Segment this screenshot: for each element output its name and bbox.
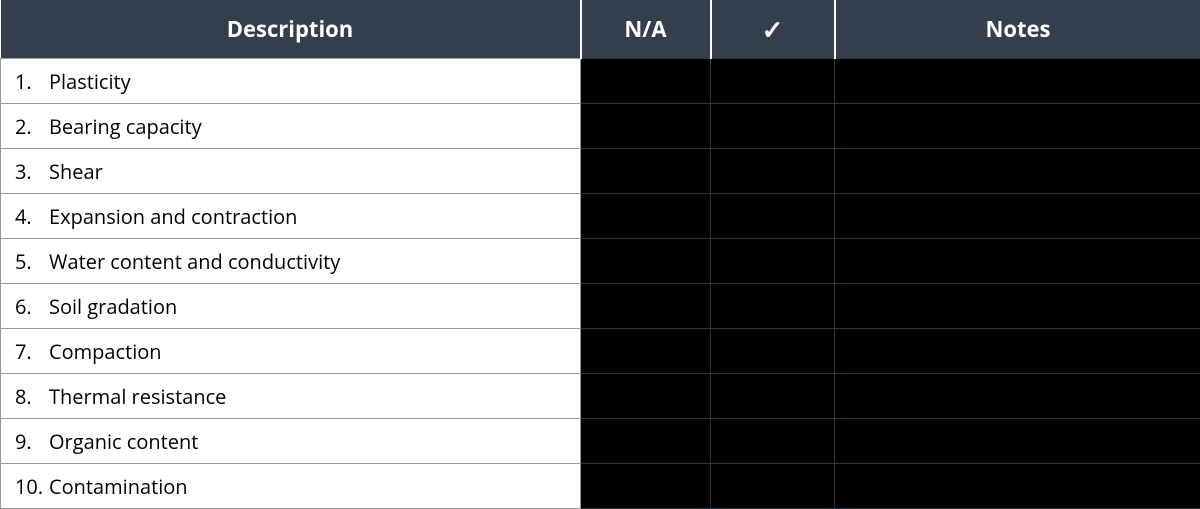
row-number: 3. (15, 158, 49, 185)
row-number: 8. (15, 383, 49, 410)
table-row: 7. Compaction (1, 329, 1200, 374)
row-number: 2. (15, 113, 49, 140)
description-cell: 2. Bearing capacity (1, 104, 581, 149)
description-cell: 6. Soil gradation (1, 284, 581, 329)
row-label: Water content and conductivity (49, 248, 340, 275)
check-cell[interactable] (711, 239, 835, 284)
na-cell[interactable] (581, 419, 711, 464)
na-cell[interactable] (581, 284, 711, 329)
header-description: Description (1, 0, 581, 59)
row-number: 10. (15, 473, 49, 500)
header-notes: Notes (835, 0, 1200, 59)
notes-cell[interactable] (835, 464, 1200, 509)
description-cell: 3. Shear (1, 149, 581, 194)
notes-cell[interactable] (835, 329, 1200, 374)
check-icon: ✓ (762, 11, 784, 47)
check-cell[interactable] (711, 284, 835, 329)
description-cell: 7. Compaction (1, 329, 581, 374)
check-cell[interactable] (711, 329, 835, 374)
check-cell[interactable] (711, 149, 835, 194)
row-number: 1. (15, 68, 49, 95)
na-cell[interactable] (581, 59, 711, 104)
table-row: 2. Bearing capacity (1, 104, 1200, 149)
check-cell[interactable] (711, 464, 835, 509)
na-cell[interactable] (581, 464, 711, 509)
row-label: Contamination (49, 473, 188, 500)
na-cell[interactable] (581, 239, 711, 284)
notes-cell[interactable] (835, 104, 1200, 149)
table-row: 1. Plasticity (1, 59, 1200, 104)
row-number: 7. (15, 338, 49, 365)
check-cell[interactable] (711, 419, 835, 464)
row-label: Plasticity (49, 68, 131, 95)
notes-cell[interactable] (835, 149, 1200, 194)
row-number: 5. (15, 248, 49, 275)
header-na: N/A (581, 0, 711, 59)
notes-cell[interactable] (835, 239, 1200, 284)
check-cell[interactable] (711, 194, 835, 239)
row-label: Shear (49, 158, 103, 185)
notes-cell[interactable] (835, 59, 1200, 104)
description-cell: 4. Expansion and contraction (1, 194, 581, 239)
row-number: 9. (15, 428, 49, 455)
row-label: Bearing capacity (49, 113, 202, 140)
table-row: 8. Thermal resistance (1, 374, 1200, 419)
notes-cell[interactable] (835, 374, 1200, 419)
row-label: Expansion and contraction (49, 203, 297, 230)
description-cell: 1. Plasticity (1, 59, 581, 104)
table-body: 1. Plasticity 2. Bearing capacity (1, 59, 1200, 509)
check-cell[interactable] (711, 104, 835, 149)
row-label: Thermal resistance (49, 383, 226, 410)
table-row: 9. Organic content (1, 419, 1200, 464)
row-label: Organic content (49, 428, 198, 455)
table-row: 3. Shear (1, 149, 1200, 194)
row-label: Soil gradation (49, 293, 177, 320)
table-row: 5. Water content and conductivity (1, 239, 1200, 284)
check-cell[interactable] (711, 59, 835, 104)
description-cell: 8. Thermal resistance (1, 374, 581, 419)
row-label: Compaction (49, 338, 162, 365)
table-row: 4. Expansion and contraction (1, 194, 1200, 239)
row-number: 6. (15, 293, 49, 320)
na-cell[interactable] (581, 149, 711, 194)
header-check: ✓ (711, 0, 835, 59)
description-cell: 9. Organic content (1, 419, 581, 464)
description-cell: 10. Contamination (1, 464, 581, 509)
na-cell[interactable] (581, 104, 711, 149)
checklist-table: Description N/A ✓ Notes 1. Plasticity 2.… (0, 0, 1200, 509)
row-number: 4. (15, 203, 49, 230)
check-cell[interactable] (711, 374, 835, 419)
description-cell: 5. Water content and conductivity (1, 239, 581, 284)
table-row: 6. Soil gradation (1, 284, 1200, 329)
table-row: 10. Contamination (1, 464, 1200, 509)
notes-cell[interactable] (835, 194, 1200, 239)
na-cell[interactable] (581, 329, 711, 374)
table-header-row: Description N/A ✓ Notes (1, 0, 1200, 59)
na-cell[interactable] (581, 374, 711, 419)
notes-cell[interactable] (835, 419, 1200, 464)
na-cell[interactable] (581, 194, 711, 239)
notes-cell[interactable] (835, 284, 1200, 329)
